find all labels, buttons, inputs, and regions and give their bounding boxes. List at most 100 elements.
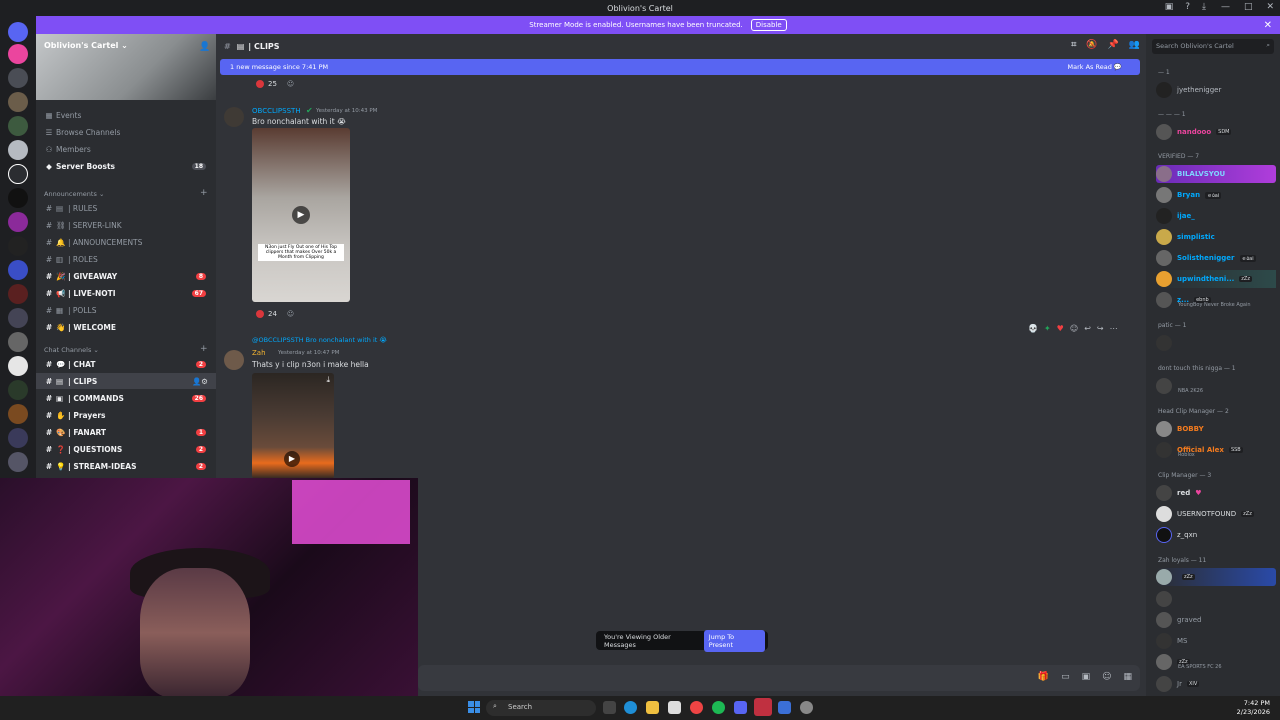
app-icon[interactable] bbox=[778, 701, 791, 714]
minimize-icon[interactable]: — bbox=[1221, 2, 1230, 12]
chrome-icon[interactable] bbox=[690, 701, 703, 714]
pin-icon[interactable]: 📌 bbox=[1108, 40, 1119, 50]
channel-chat[interactable]: # 💬 | CHAT 2 bbox=[36, 356, 216, 372]
server-icon-active[interactable] bbox=[8, 164, 28, 184]
server-icon[interactable] bbox=[8, 308, 28, 328]
message-author[interactable]: Zah bbox=[252, 349, 266, 357]
gift-icon[interactable]: 🎁 bbox=[1038, 672, 1049, 682]
server-icon[interactable] bbox=[8, 68, 28, 88]
member-item[interactable]: Jr XIV bbox=[1156, 675, 1276, 693]
channel-commands[interactable]: # ▣ | COMMANDS 26 bbox=[36, 390, 216, 406]
video-attachment[interactable]: ▶ ⤓ bbox=[252, 373, 334, 479]
nav-members[interactable]: ⚇ Members bbox=[36, 141, 216, 157]
reaction-button[interactable]: 25 ☺ bbox=[256, 80, 294, 88]
member-item[interactable]: nandooo SDM bbox=[1156, 123, 1276, 141]
disable-button[interactable]: Disable bbox=[750, 19, 787, 31]
nav-server-boosts[interactable]: ◆ Server Boosts 18 bbox=[36, 158, 216, 174]
file-explorer-icon[interactable] bbox=[646, 701, 659, 714]
task-view-icon[interactable] bbox=[603, 701, 616, 714]
member-item[interactable] bbox=[1156, 590, 1276, 608]
more-icon[interactable]: ⋯ bbox=[1110, 324, 1118, 333]
skull-reaction-icon[interactable]: 💀 bbox=[1028, 324, 1038, 333]
video-attachment[interactable]: ▶ N3on just Fly Out one of His Top clipp… bbox=[252, 128, 350, 302]
store-icon[interactable] bbox=[668, 701, 681, 714]
gif-icon[interactable]: ▭ bbox=[1061, 672, 1070, 682]
channel-giveaway[interactable]: # 🎉 | GIVEAWAY 8 bbox=[36, 268, 216, 284]
channel-welcome[interactable]: # 👋 | WELCOME bbox=[36, 319, 216, 335]
member-item[interactable]: BOBBY bbox=[1156, 420, 1276, 438]
jump-to-present-button[interactable]: Jump To Present bbox=[703, 629, 765, 652]
member-item[interactable]: z_qxn bbox=[1156, 526, 1276, 544]
channel-live-noti[interactable]: # 📢 | LIVE-NOTI 67 bbox=[36, 285, 216, 301]
channel-rules[interactable]: # ▤ | RULES bbox=[36, 200, 216, 216]
channel-server-link[interactable]: # ⛓ | SERVER-LINK bbox=[36, 217, 216, 233]
search-input[interactable]: Search Oblivion's Cartel ⌕ bbox=[1152, 39, 1274, 54]
server-icon[interactable] bbox=[8, 116, 28, 136]
member-item[interactable] bbox=[1156, 334, 1276, 352]
member-item[interactable]: Bryan ｅ۵ai bbox=[1156, 186, 1276, 204]
server-name[interactable]: Oblivion's Cartel ⌄ bbox=[44, 41, 128, 50]
channel-stream-ideas[interactable]: # 💡 | STREAM-IDEAS 2 bbox=[36, 458, 216, 474]
member-item[interactable]: ijae_ bbox=[1156, 207, 1276, 225]
play-icon[interactable]: ▶ bbox=[292, 206, 310, 224]
threads-icon[interactable]: ⌗ bbox=[1071, 40, 1076, 50]
nav-browse-channels[interactable]: ☰ Browse Channels bbox=[36, 124, 216, 140]
category-announcements[interactable]: Announcements ⌄ bbox=[44, 190, 104, 198]
reply-preview[interactable]: @OBCCLIPSSTH Bro nonchalant with it 😭 bbox=[252, 336, 387, 344]
butterfly-reaction-icon[interactable]: ✦ bbox=[1044, 324, 1051, 333]
category-chat-channels[interactable]: Chat Channels ⌄ bbox=[44, 346, 99, 354]
member-item[interactable]: z... ebnb YoungBoy Never Broke Again bbox=[1156, 291, 1276, 309]
maximize-icon[interactable]: □ bbox=[1244, 2, 1253, 12]
server-icon[interactable] bbox=[8, 140, 28, 160]
add-reaction-icon[interactable]: ☺ bbox=[1070, 324, 1078, 333]
member-item[interactable]: MS bbox=[1156, 632, 1276, 650]
server-icon[interactable] bbox=[8, 332, 28, 352]
member-item[interactable]: simplistic bbox=[1156, 228, 1276, 246]
play-icon[interactable]: ▶ bbox=[284, 451, 300, 467]
member-item[interactable]: zZz EA SPORTS FC 26 bbox=[1156, 653, 1276, 671]
server-icon[interactable] bbox=[8, 404, 28, 424]
download-icon[interactable]: ⤓ bbox=[326, 375, 330, 385]
windows-start-icon[interactable] bbox=[468, 701, 480, 713]
taskbar-clock[interactable]: 7:42 PM 2/23/2026 bbox=[1237, 699, 1270, 717]
server-icon[interactable] bbox=[8, 212, 28, 232]
reaction-button[interactable]: 24 ☺ bbox=[256, 310, 294, 318]
server-icon[interactable] bbox=[8, 92, 28, 112]
member-list-icon[interactable]: 👥 bbox=[1129, 40, 1140, 50]
close-icon[interactable]: ✕ bbox=[1264, 20, 1272, 31]
channel-clips[interactable]: # ▤ | CLIPS 👤⚙ bbox=[36, 373, 216, 389]
add-channel-icon[interactable]: + bbox=[200, 344, 208, 354]
server-icon[interactable] bbox=[8, 452, 28, 472]
edge-icon[interactable] bbox=[624, 701, 637, 714]
mark-as-read-button[interactable]: Mark As Read 💬 bbox=[1068, 63, 1123, 71]
member-item[interactable]: red ♥ bbox=[1156, 484, 1276, 502]
member-item[interactable]: upwindtheni... zZz bbox=[1156, 270, 1276, 288]
inbox-icon[interactable]: ▣ bbox=[1165, 2, 1174, 12]
emoji-icon[interactable]: ☺ bbox=[1102, 672, 1111, 682]
member-item[interactable]: Solisthenigger ｅ۵ai bbox=[1156, 249, 1276, 267]
discord-home-icon[interactable] bbox=[8, 22, 28, 42]
channel-announcements[interactable]: # 🔔 | ANNOUNCEMENTS bbox=[36, 234, 216, 250]
channel-roles[interactable]: # ▥ | ROLES bbox=[36, 251, 216, 267]
server-icon[interactable] bbox=[8, 188, 28, 208]
member-item[interactable]: zZz bbox=[1156, 568, 1276, 586]
server-icon[interactable] bbox=[8, 428, 28, 448]
avatar[interactable] bbox=[224, 107, 244, 127]
app-icon[interactable] bbox=[800, 701, 813, 714]
apps-icon[interactable]: ▦ bbox=[1123, 672, 1132, 682]
server-icon[interactable] bbox=[8, 236, 28, 256]
channel-prayers[interactable]: # ✋ | Prayers bbox=[36, 407, 216, 423]
new-messages-bar[interactable]: 1 new message since 7:41 PM Mark As Read… bbox=[220, 59, 1140, 75]
obs-icon[interactable] bbox=[754, 698, 772, 716]
heart-reaction-icon[interactable]: ♥ bbox=[1057, 324, 1064, 333]
member-item[interactable]: NBA 2K26 bbox=[1156, 377, 1276, 395]
mute-icon[interactable]: 🔕 bbox=[1086, 40, 1097, 50]
avatar[interactable] bbox=[224, 350, 244, 370]
invite-icon[interactable]: 👤 bbox=[199, 42, 210, 52]
channel-fanart[interactable]: # 🎨 | FANART 1 bbox=[36, 424, 216, 440]
member-item[interactable]: BILALVSYOU bbox=[1156, 165, 1276, 183]
server-icon[interactable] bbox=[8, 260, 28, 280]
add-reaction-icon[interactable]: ☺ bbox=[287, 80, 294, 88]
server-icon[interactable] bbox=[8, 44, 28, 64]
discord-icon[interactable] bbox=[734, 701, 747, 714]
